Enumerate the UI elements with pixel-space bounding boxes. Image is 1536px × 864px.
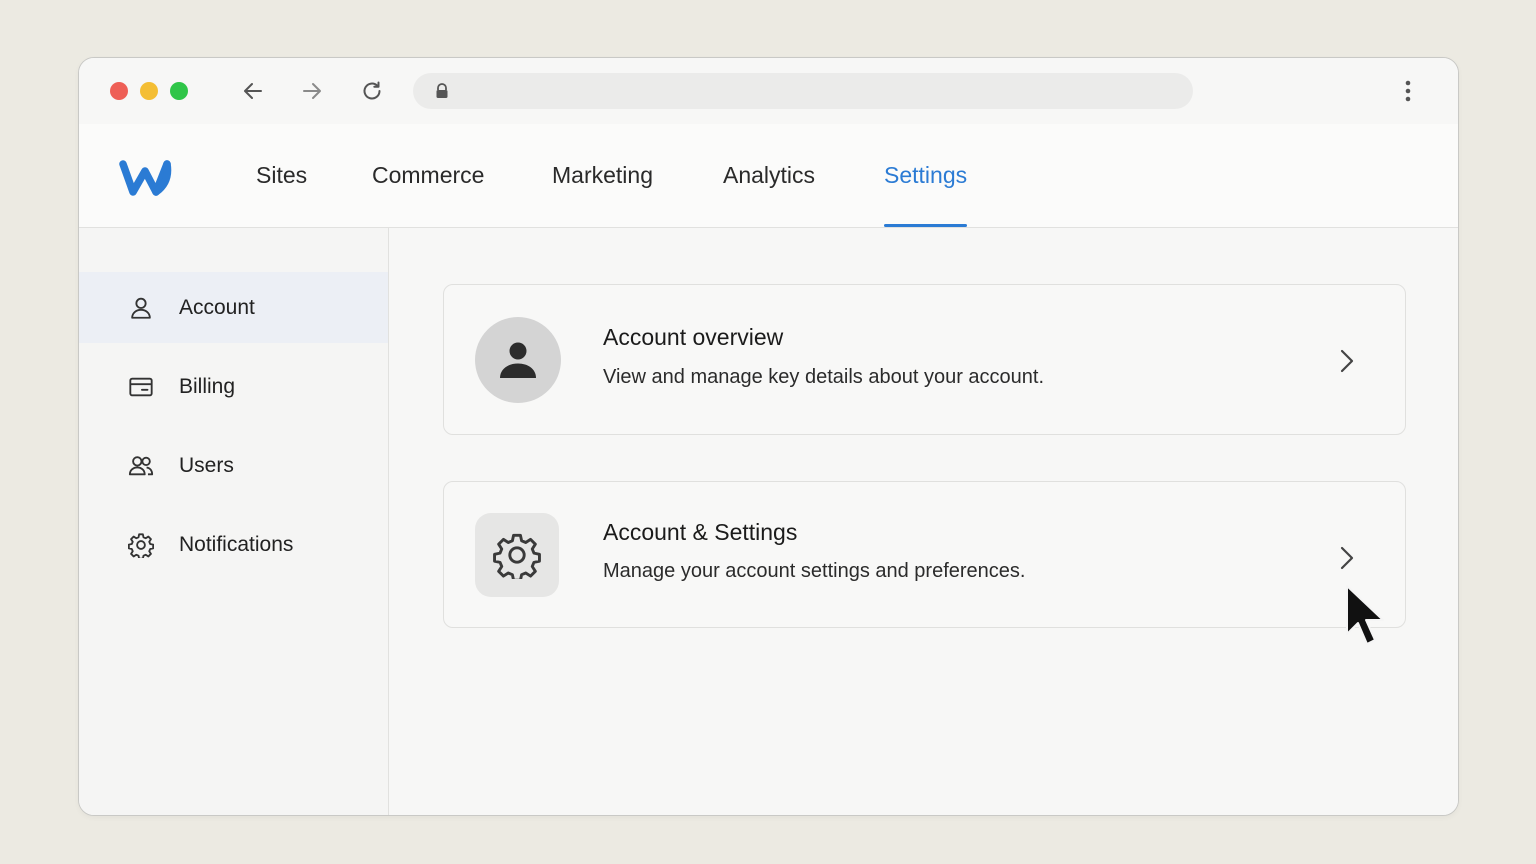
sidebar-item-label: Billing [179,374,236,398]
maximize-window-button[interactable] [170,82,188,100]
users-icon [127,452,155,480]
card-title: Account & Settings [603,519,798,545]
tab-sites[interactable]: Sites [256,162,307,227]
sidebar-item-account[interactable]: Account [79,272,388,343]
avatar-icon [475,317,561,403]
arrow-left-icon [244,83,262,99]
gear-icon [475,513,559,597]
tab-marketing[interactable]: Marketing [552,162,653,227]
tab-analytics[interactable]: Analytics [723,162,815,227]
main-content: Account overview View and manage key det… [390,228,1458,815]
weebly-logo[interactable] [118,156,174,198]
card-title: Account overview [603,324,784,350]
sidebar-item-label: Users [179,453,234,477]
sidebar-item-label: Account [179,295,255,319]
lock-icon [436,83,448,98]
arrow-right-icon [303,83,321,99]
sidebar-item-billing[interactable]: Billing [79,351,388,422]
close-window-button[interactable] [110,82,128,100]
browser-menu-button[interactable] [1398,78,1418,104]
chevron-right-icon [1340,546,1354,570]
account-settings-card[interactable]: Account & Settings Manage your account s… [443,481,1406,628]
browser-window: Sites Commerce Marketing Analytics Setti… [78,57,1459,816]
tab-commerce[interactable]: Commerce [372,162,484,227]
settings-sidebar: Account Billing Users Notifications [79,228,389,815]
forward-button[interactable] [299,78,325,104]
chevron-right-icon [1340,349,1354,373]
card-description: View and manage key details about your a… [603,366,1045,388]
browser-toolbar [79,58,1458,125]
person-icon [127,294,155,322]
sidebar-item-users[interactable]: Users [79,430,388,501]
app-header: Sites Commerce Marketing Analytics Setti… [79,124,1458,228]
address-bar[interactable] [413,73,1193,109]
minimize-window-button[interactable] [140,82,158,100]
reload-button[interactable] [359,78,385,104]
kebab-menu-icon [1405,80,1411,102]
gear-icon [127,531,155,559]
back-button[interactable] [240,78,266,104]
account-overview-card[interactable]: Account overview View and manage key det… [443,284,1406,435]
card-icon [127,373,155,401]
sidebar-item-label: Notifications [179,532,294,556]
card-description: Manage your account settings and prefere… [603,560,1026,582]
tab-settings[interactable]: Settings [884,162,968,227]
reload-icon [363,81,381,100]
sidebar-item-notifications[interactable]: Notifications [79,509,388,580]
